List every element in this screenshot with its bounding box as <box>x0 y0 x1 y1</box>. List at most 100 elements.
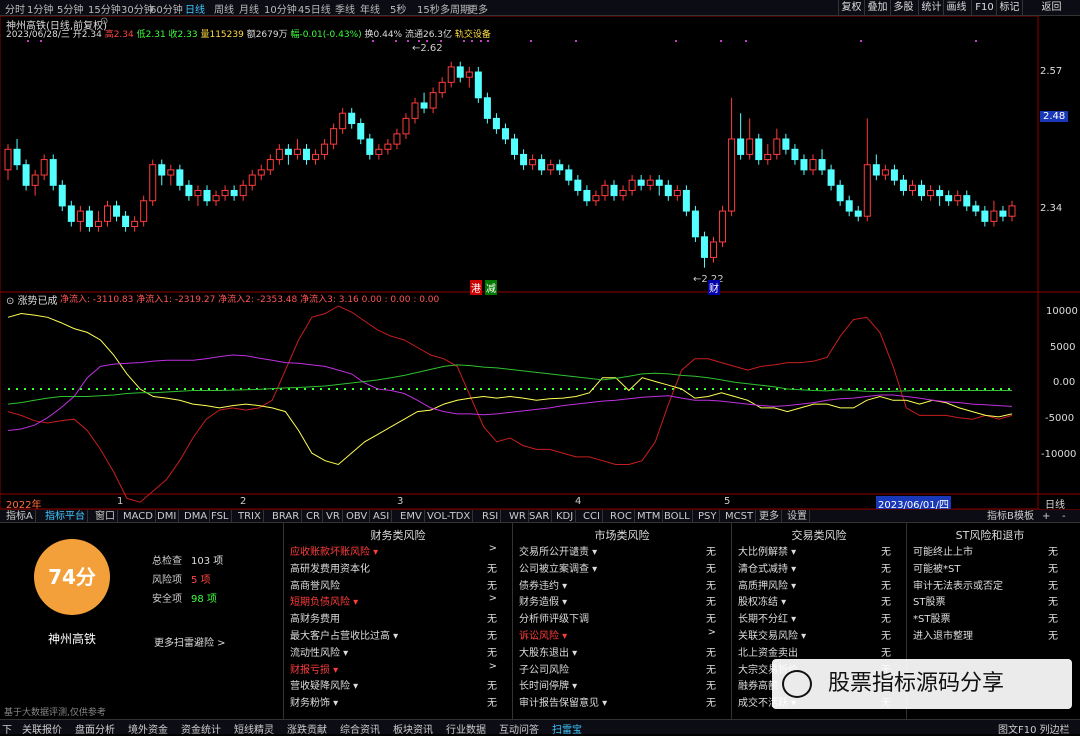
toolbar-button-2[interactable]: 多股 <box>890 0 916 15</box>
risk-item-0-8[interactable]: 营收疑降风险 ▾ <box>290 677 358 692</box>
risk-item-1-4[interactable]: 分析师评级下调 <box>519 610 589 625</box>
period-2[interactable]: 5分钟 <box>57 1 83 16</box>
marker-finance[interactable]: 财 <box>708 280 720 295</box>
tab-control-2[interactable]: + <box>1040 510 1052 523</box>
risk-item-3-4[interactable]: *ST股票 <box>913 610 950 625</box>
risk-item-0-5[interactable]: 最大客户占营收比过高 ▾ <box>290 627 398 642</box>
period-13[interactable]: 5秒 <box>390 1 406 16</box>
event-marker-3[interactable] <box>395 40 397 42</box>
event-marker-7[interactable] <box>440 40 442 42</box>
risk-item-3-2[interactable]: 审计无法表示或否定 <box>913 577 1003 592</box>
marker-hk[interactable]: 港 <box>470 280 482 295</box>
event-marker-10[interactable] <box>480 40 482 42</box>
period-7[interactable]: 周线 <box>214 1 234 16</box>
risk-item-0-9[interactable]: 财务粉饰 ▾ <box>290 694 338 709</box>
indicator-tab-24[interactable]: MCST <box>723 510 757 523</box>
event-marker-11[interactable] <box>487 40 489 42</box>
indicator-tab-2[interactable]: 窗口 <box>93 510 118 523</box>
indicator-tab-16[interactable]: WR <box>507 510 529 523</box>
indicator-tab-12[interactable]: ASI <box>371 510 393 523</box>
toolbar-button-6[interactable]: 标记 <box>996 0 1022 15</box>
period-15[interactable]: 多周期 <box>440 1 470 16</box>
risk-item-0-3[interactable]: 短期负债风险 ▾ <box>290 593 358 608</box>
indicator-tab-17[interactable]: SAR <box>527 510 553 523</box>
indicator-tab-20[interactable]: ROC <box>608 510 635 523</box>
indicator-tab-21[interactable]: MTM <box>635 510 664 523</box>
more-scan-link[interactable]: 更多扫雷避险 > <box>154 634 226 649</box>
risk-item-1-9[interactable]: 审计报告保留意见 ▾ <box>519 694 607 709</box>
period-12[interactable]: 年线 <box>360 1 380 16</box>
period-16[interactable]: 更多 <box>468 1 488 16</box>
period-9[interactable]: 10分钟 <box>264 1 297 16</box>
toolbar-button-3[interactable]: 统计 <box>918 0 944 15</box>
event-marker-13[interactable] <box>575 40 577 42</box>
indicator-tab-11[interactable]: OBV <box>344 510 371 523</box>
event-marker-6[interactable] <box>426 40 428 42</box>
risk-item-0-1[interactable]: 高研发费用资本化 <box>290 560 370 575</box>
indicator-tab-5[interactable]: DMA <box>182 510 211 523</box>
event-marker-14[interactable] <box>675 40 677 42</box>
indicator-tab-25[interactable]: 更多 <box>757 510 782 523</box>
event-marker-16[interactable] <box>745 40 747 42</box>
risk-item-0-0[interactable]: 应收账款坏账风险 ▾ <box>290 543 378 558</box>
indicator-tab-9[interactable]: CR <box>304 510 323 523</box>
risk-item-1-7[interactable]: 子公司风险 <box>519 661 569 676</box>
indicator-tab-0[interactable]: 指标A <box>4 510 36 523</box>
risk-item-1-3[interactable]: 财务造假 ▾ <box>519 593 567 608</box>
indicator-tab-1[interactable]: 指标平台 <box>43 510 88 523</box>
tab-control-1[interactable]: 模板 <box>1012 510 1036 523</box>
risk-item-3-0[interactable]: 可能终止上市 <box>913 543 973 558</box>
settings-icon[interactable]: ⊙ <box>100 16 108 27</box>
event-marker-5[interactable] <box>418 40 420 42</box>
event-marker-1[interactable] <box>40 40 42 42</box>
indicator-tab-22[interactable]: BOLL <box>662 510 693 523</box>
indicator-tab-13[interactable]: EMV <box>398 510 425 523</box>
period-8[interactable]: 月线 <box>239 1 259 16</box>
risk-item-2-3[interactable]: 股权冻结 ▾ <box>738 593 786 608</box>
risk-item-0-4[interactable]: 高财务费用 <box>290 610 340 625</box>
period-3[interactable]: 15分钟 <box>88 1 121 16</box>
event-marker-8[interactable] <box>463 40 465 42</box>
event-marker-0[interactable] <box>27 40 29 42</box>
period-14[interactable]: 15秒 <box>417 1 440 16</box>
indicator-tab-19[interactable]: CCI <box>581 510 603 523</box>
risk-item-3-5[interactable]: 进入退市整理 <box>913 627 973 642</box>
indicator-tab-15[interactable]: RSI <box>480 510 502 523</box>
tab-control-3[interactable]: - <box>1060 510 1068 523</box>
toolbar-button-0[interactable]: 复权 <box>838 0 864 15</box>
risk-item-2-6[interactable]: 北上资金卖出 <box>738 644 798 659</box>
period-0[interactable]: 分时 <box>5 1 25 16</box>
risk-item-1-0[interactable]: 交易所公开谴责 ▾ <box>519 543 597 558</box>
toolbar-button-1[interactable]: 叠加 <box>864 0 890 15</box>
event-marker-17[interactable] <box>860 40 862 42</box>
marker-reduce[interactable]: 减 <box>485 280 497 295</box>
toolbar-button-5[interactable]: F10 <box>971 0 997 15</box>
event-marker-4[interactable] <box>407 40 409 42</box>
risk-item-3-3[interactable]: ST股票 <box>913 593 945 608</box>
toolbar-button-7[interactable]: 返回 <box>1022 0 1080 15</box>
period-10[interactable]: 45日线 <box>298 1 331 16</box>
indicator-tab-26[interactable]: 设置 <box>785 510 810 523</box>
indicator-tab-14[interactable]: VOL-TDX <box>425 510 474 523</box>
chart-canvas[interactable] <box>0 15 1080 510</box>
risk-item-0-6[interactable]: 流动性风险 ▾ <box>290 644 348 659</box>
risk-item-3-1[interactable]: 可能被*ST <box>913 560 960 575</box>
toolbar-button-4[interactable]: 画线 <box>943 0 969 15</box>
risk-item-1-2[interactable]: 债券违约 ▾ <box>519 577 567 592</box>
risk-item-2-4[interactable]: 长期不分红 ▾ <box>738 610 796 625</box>
event-marker-18[interactable] <box>975 40 977 42</box>
indicator-tab-8[interactable]: BRAR <box>270 510 303 523</box>
risk-item-2-0[interactable]: 大比例解禁 ▾ <box>738 543 796 558</box>
indicator-tab-3[interactable]: MACD <box>121 510 156 523</box>
risk-item-2-2[interactable]: 高质押风险 ▾ <box>738 577 796 592</box>
risk-item-0-2[interactable]: 高商誉风险 <box>290 577 340 592</box>
period-1[interactable]: 1分钟 <box>27 1 53 16</box>
risk-item-1-1[interactable]: 公司被立案调查 ▾ <box>519 560 597 575</box>
risk-item-1-6[interactable]: 大股东退出 ▾ <box>519 644 577 659</box>
event-marker-9[interactable] <box>471 40 473 42</box>
risk-item-1-8[interactable]: 长时间停牌 ▾ <box>519 677 577 692</box>
indicator-tab-4[interactable]: DMI <box>155 510 180 523</box>
period-5[interactable]: 60分钟 <box>150 1 183 16</box>
indicator-tab-23[interactable]: PSY <box>696 510 720 523</box>
risk-item-0-7[interactable]: 财报亏损 ▾ <box>290 661 338 676</box>
